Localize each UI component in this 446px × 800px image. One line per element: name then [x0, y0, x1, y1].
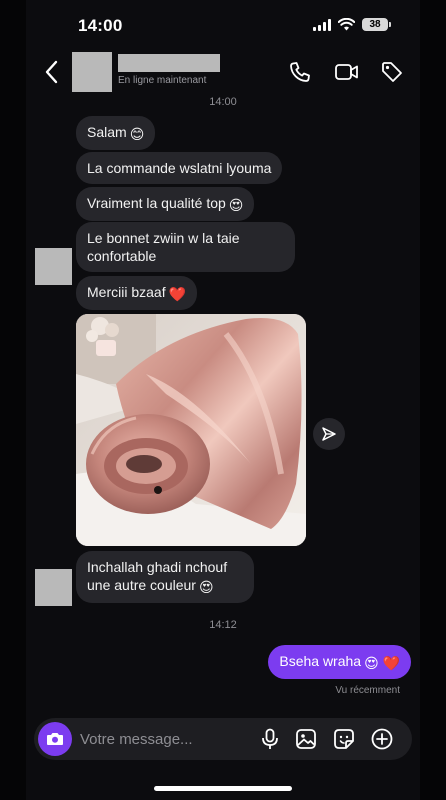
incoming-message[interactable]: Merciii bzaaf ❤️: [76, 276, 198, 310]
tag-icon[interactable]: [380, 60, 404, 84]
sender-avatar[interactable]: [35, 248, 72, 285]
presence-status: En ligne maintenant: [118, 75, 207, 86]
incoming-message[interactable]: Salam 😊: [76, 116, 156, 150]
sticker-icon[interactable]: [332, 727, 356, 751]
frame-edge-left: [0, 0, 26, 800]
product-photo[interactable]: [76, 314, 306, 546]
paper-plane-icon: [322, 427, 336, 441]
video-camera-icon[interactable]: [334, 60, 360, 84]
incoming-message[interactable]: La commande wslatni lyouma: [76, 152, 283, 184]
status-bar: 14:00 38: [0, 0, 446, 52]
status-icons: 38: [313, 18, 391, 31]
home-indicator[interactable]: [154, 786, 292, 791]
message-composer: [34, 718, 412, 760]
back-button[interactable]: [40, 58, 64, 86]
phone-icon[interactable]: [288, 60, 312, 84]
incoming-message[interactable]: Inchallah ghadi nchouf une autre couleur…: [76, 551, 254, 603]
frame-edge-right: [420, 0, 446, 800]
contact-name-redacted[interactable]: [118, 54, 220, 72]
contact-avatar[interactable]: [72, 52, 112, 92]
message-input[interactable]: [80, 718, 250, 760]
incoming-message[interactable]: Vraiment la qualité top 😍: [76, 187, 255, 221]
cellular-signal-icon: [313, 18, 331, 31]
status-time: 14:00: [78, 16, 123, 35]
outgoing-message[interactable]: Bseha wraha 😍 ❤️: [268, 645, 411, 679]
incoming-message[interactable]: Le bonnet zwiin w la taie confortable: [76, 222, 295, 272]
seen-status: Vu récemment: [335, 685, 400, 696]
share-button[interactable]: [313, 418, 345, 450]
plus-circle-icon[interactable]: [370, 727, 394, 751]
sender-avatar[interactable]: [35, 569, 72, 606]
wifi-icon: [338, 18, 355, 31]
microphone-icon[interactable]: [258, 727, 282, 751]
timestamp: 14:00: [209, 96, 237, 108]
timestamp: 14:12: [209, 619, 237, 631]
camera-icon: [47, 733, 63, 745]
camera-button[interactable]: [38, 722, 72, 756]
image-icon[interactable]: [294, 727, 318, 751]
battery-indicator: 38: [362, 18, 391, 31]
photo-pillow-bonnet-illustration: [76, 314, 306, 546]
chat-header: En ligne maintenant: [26, 48, 420, 96]
